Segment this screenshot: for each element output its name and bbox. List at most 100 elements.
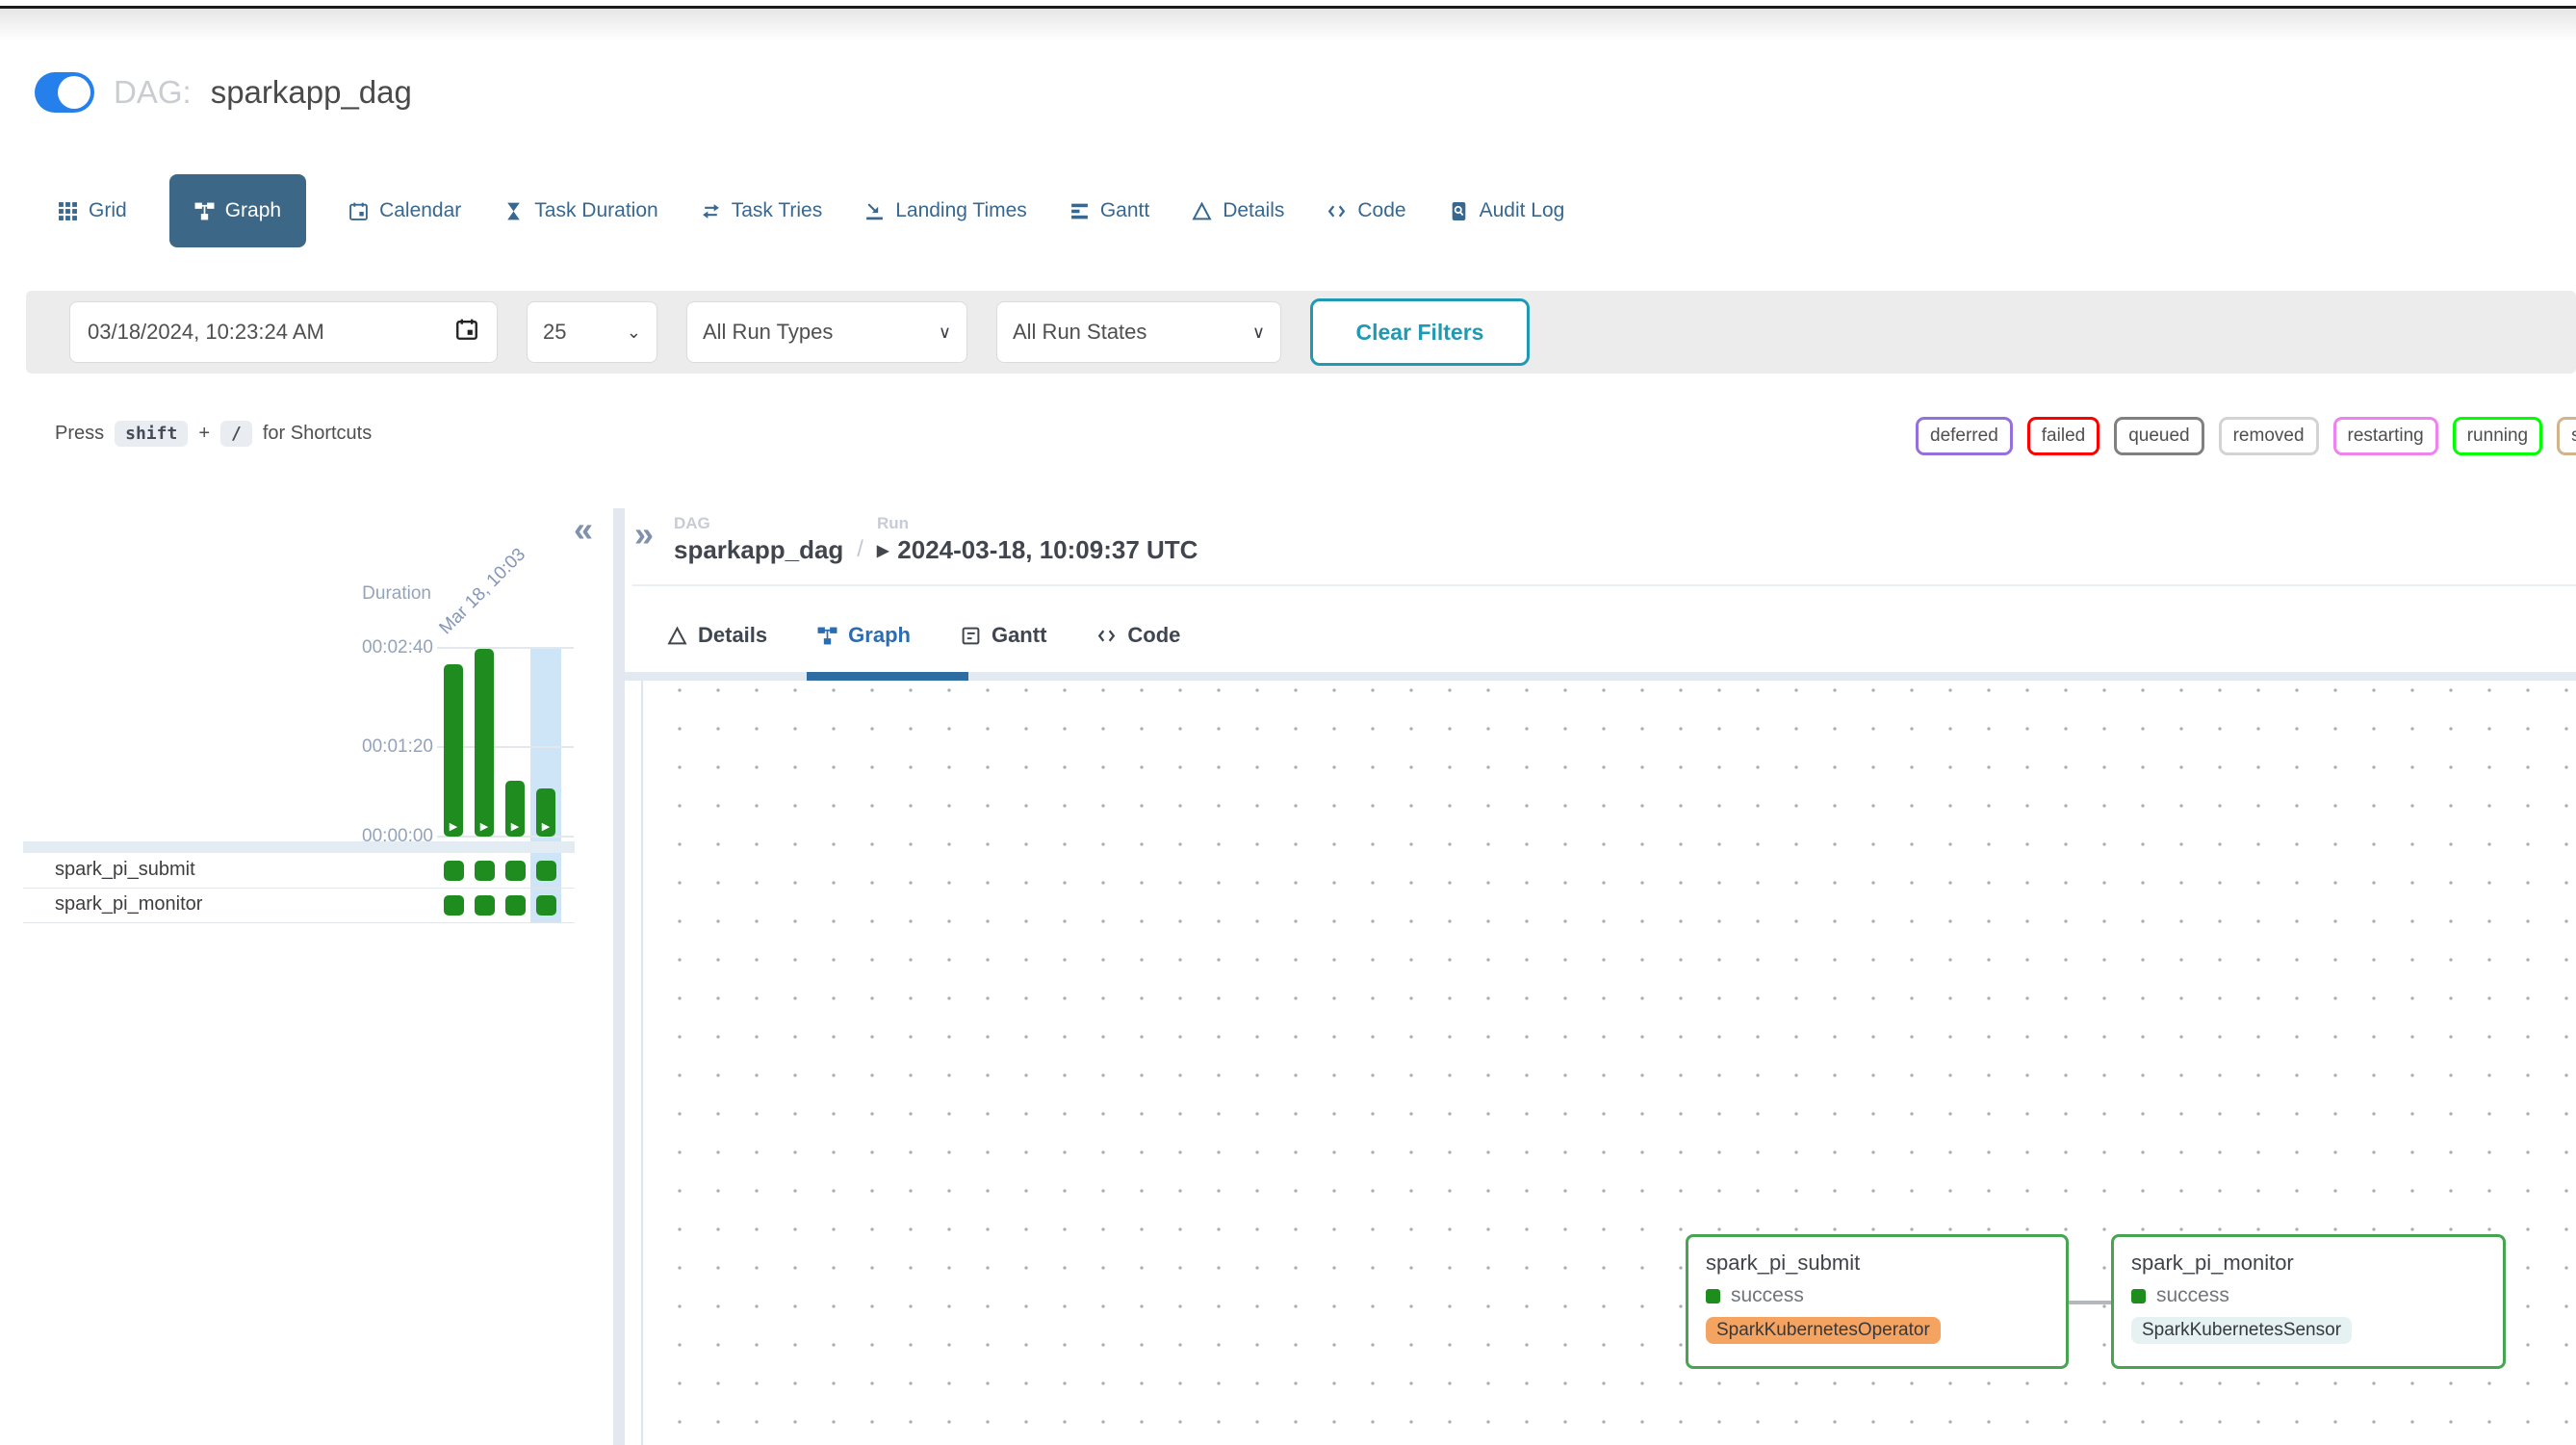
dag-pause-toggle[interactable]	[35, 72, 94, 113]
success-state-icon	[1706, 1289, 1720, 1303]
run-tab-label: Gantt	[992, 623, 1046, 648]
breadcrumb-dag-value[interactable]: sparkapp_dag	[674, 535, 843, 565]
nav-tab-label: Gantt	[1100, 199, 1149, 222]
task-name-spark_pi_submit[interactable]: spark_pi_submit	[55, 859, 195, 881]
nav-tab-label: Details	[1223, 199, 1284, 222]
play-icon: ▶	[475, 820, 494, 834]
play-icon: ▶	[536, 820, 555, 834]
base-date-value: 03/18/2024, 10:23:24 AM	[88, 320, 324, 345]
state-badge-restarting[interactable]: restarting	[2333, 417, 2438, 455]
nav-tab-details[interactable]: Details	[1192, 199, 1284, 222]
calendar-icon	[348, 201, 369, 221]
collapse-grid-icon[interactable]: «	[574, 512, 593, 547]
task-node-title: spark_pi_submit	[1706, 1251, 2048, 1276]
task-instance-success[interactable]	[505, 861, 526, 881]
state-badge-queued[interactable]: queued	[2114, 417, 2203, 455]
nav-tab-label: Graph	[225, 199, 281, 222]
slash-key: /	[220, 421, 252, 447]
dag-run-bar[interactable]: ▶	[536, 788, 555, 837]
state-legend: deferred failed queued removed restarting run…	[1916, 417, 2576, 457]
breadcrumb-run: Run ▶ 2024-03-18, 10:09:37 UTC	[877, 514, 1198, 565]
run-column-label[interactable]: Mar 18, 10:03	[435, 545, 529, 639]
y-axis-tick: 00:02:40	[335, 637, 433, 658]
graph-icon	[817, 626, 837, 646]
task-instance-success[interactable]	[444, 861, 464, 881]
task-instance-success[interactable]	[475, 861, 495, 881]
task-node-spark_pi_submit[interactable]: spark_pi_submitsuccessSparkKubernetesOpe…	[1686, 1234, 2069, 1369]
active-tab-underline	[807, 672, 968, 681]
base-date-input[interactable]: 03/18/2024, 10:23:24 AM	[69, 301, 498, 363]
success-state-icon	[2131, 1289, 2146, 1303]
task-instance-success[interactable]	[536, 895, 556, 916]
run-caret-icon: ▶	[877, 541, 889, 560]
run-types-select[interactable]: All Run Types ∨	[686, 301, 967, 363]
chevron-down-icon: ∨	[1252, 323, 1265, 343]
breadcrumb-run-value[interactable]: ▶ 2024-03-18, 10:09:37 UTC	[877, 535, 1198, 565]
gantt-bars-icon	[1069, 201, 1090, 221]
nav-tab-task-tries[interactable]: Task Tries	[701, 199, 823, 222]
clear-filters-button[interactable]: Clear Filters	[1310, 298, 1530, 366]
nav-tab-audit-log[interactable]: Audit Log	[1449, 199, 1565, 222]
state-badge-deferred[interactable]: deferred	[1916, 417, 2013, 455]
task-instance-success[interactable]	[475, 895, 495, 916]
expand-panel-icon[interactable]: »	[634, 517, 654, 552]
nav-tab-label: Code	[1357, 199, 1405, 222]
breadcrumb-run-label: Run	[877, 514, 1198, 533]
plus-sign: +	[198, 423, 210, 445]
dag-titlebar: DAG: sparkapp_dag	[35, 67, 412, 117]
breadcrumb-divider-line	[632, 584, 2576, 586]
task-instance-success[interactable]	[536, 861, 556, 881]
nav-tab-task-duration[interactable]: Task Duration	[503, 199, 657, 222]
gridline	[437, 647, 574, 649]
dag-run-bar[interactable]: ▶	[475, 649, 494, 837]
task-node-state-label: success	[1731, 1284, 1804, 1307]
shift-key: shift	[115, 421, 188, 447]
task-node-state: success	[2131, 1284, 2486, 1307]
duration-axis-label: Duration	[335, 583, 431, 605]
dag-run-bar[interactable]: ▶	[505, 781, 525, 837]
state-badge-scheduled[interactable]: scheduled	[2557, 417, 2576, 455]
nav-tab-grid[interactable]: Grid	[58, 199, 127, 222]
state-badge-running[interactable]: running	[2453, 417, 2542, 455]
repeat-icon	[701, 201, 721, 221]
nav-tab-graph[interactable]: Graph	[169, 174, 306, 247]
shortcuts-prefix: Press	[55, 423, 104, 445]
run-tab-gantt[interactable]: Gantt	[961, 623, 1046, 648]
window-top-shadow	[0, 9, 2576, 41]
task-node-spark_pi_monitor[interactable]: spark_pi_monitorsuccessSparkKubernetesSe…	[2111, 1234, 2506, 1369]
dag-view-tabs: Grid Graph Calendar Task Duration Task Tries…	[58, 174, 1564, 247]
code-icon	[1327, 201, 1347, 221]
run-types-value: All Run Types	[703, 320, 833, 345]
state-badge-failed[interactable]: failed	[2027, 417, 2099, 455]
nav-tab-calendar[interactable]: Calendar	[348, 199, 461, 222]
triangle-icon	[667, 626, 687, 646]
run-tab-code[interactable]: Code	[1096, 623, 1180, 648]
run-tab-details[interactable]: Details	[667, 623, 767, 648]
hourglass-icon	[503, 201, 524, 221]
page-size-value: 25	[543, 320, 566, 345]
nav-tab-label: Calendar	[379, 199, 461, 222]
operator-badge: SparkKubernetesSensor	[2131, 1317, 2352, 1344]
task-instance-success[interactable]	[505, 895, 526, 916]
nav-tab-label: Landing Times	[895, 199, 1027, 222]
panel-divider[interactable]	[613, 508, 625, 1445]
nav-tab-code[interactable]: Code	[1327, 199, 1405, 222]
calendar-icon[interactable]	[454, 317, 479, 348]
landing-icon	[864, 201, 885, 221]
nav-tab-landing-times[interactable]: Landing Times	[864, 199, 1027, 222]
run-timestamp: 2024-03-18, 10:09:37 UTC	[897, 535, 1198, 565]
page-size-select[interactable]: 25 ⌄	[527, 301, 657, 363]
dag-run-bar[interactable]: ▶	[444, 664, 463, 837]
dag-name: sparkapp_dag	[211, 74, 412, 111]
task-instance-success[interactable]	[444, 895, 464, 916]
row-divider	[23, 888, 575, 889]
run-tab-graph[interactable]: Graph	[817, 623, 911, 648]
task-name-spark_pi_monitor[interactable]: spark_pi_monitor	[55, 893, 202, 916]
run-states-select[interactable]: All Run States ∨	[996, 301, 1281, 363]
shortcuts-suffix: for Shortcuts	[263, 423, 372, 445]
play-icon: ▶	[444, 820, 463, 834]
state-badge-removed[interactable]: removed	[2219, 417, 2319, 455]
nav-tab-gantt[interactable]: Gantt	[1069, 199, 1149, 222]
nav-tab-label: Audit Log	[1480, 199, 1565, 222]
filter-bar: 03/18/2024, 10:23:24 AM 25 ⌄ All Run Typ…	[26, 291, 2576, 374]
